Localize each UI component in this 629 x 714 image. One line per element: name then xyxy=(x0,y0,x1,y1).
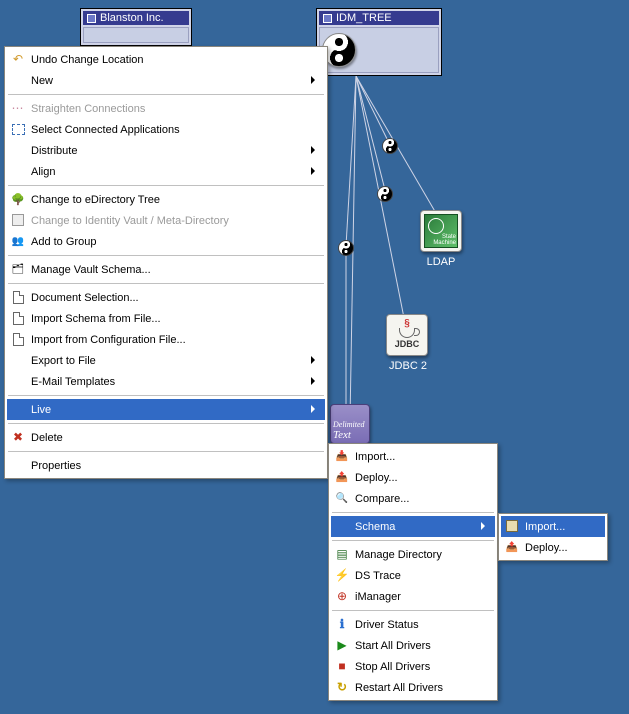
menu-live-imanager[interactable]: iManager xyxy=(331,586,495,607)
menu-schema-deploy[interactable]: Deploy... xyxy=(501,537,605,558)
connector-icon xyxy=(382,138,398,154)
info-icon xyxy=(334,616,350,632)
import-icon xyxy=(334,448,350,464)
menu-separator xyxy=(8,185,324,186)
menu-live-compare[interactable]: Compare... xyxy=(331,488,495,509)
menu-straighten-connections: Straighten Connections xyxy=(7,98,325,119)
driver-ldap-label: LDAP xyxy=(420,256,462,268)
submenu-arrow-icon xyxy=(311,405,319,413)
menu-live-manage-directory[interactable]: Manage Directory xyxy=(331,544,495,565)
submenu-arrow-icon xyxy=(311,146,319,154)
play-icon xyxy=(334,637,350,653)
select-icon xyxy=(10,121,26,137)
trace-icon xyxy=(334,567,350,583)
driver-ldap[interactable] xyxy=(420,210,462,252)
menu-add-to-group[interactable]: Add to Group xyxy=(7,231,325,252)
dots-icon xyxy=(10,100,26,116)
document-icon xyxy=(10,289,26,305)
menu-change-to-edirectory-tree[interactable]: Change to eDirectory Tree xyxy=(7,189,325,210)
connector-icon xyxy=(338,240,354,256)
menu-separator xyxy=(332,540,494,541)
menu-separator xyxy=(332,610,494,611)
restart-icon xyxy=(334,679,350,695)
menu-live-driver-status[interactable]: Driver Status xyxy=(331,614,495,635)
ldap-icon xyxy=(424,214,458,248)
menu-separator xyxy=(8,283,324,284)
submenu-schema: Import... Deploy... xyxy=(498,513,608,561)
menu-email-templates[interactable]: E-Mail Templates xyxy=(7,371,325,392)
driver-jdbc-label: JDBC 2 xyxy=(380,360,436,372)
stop-icon xyxy=(334,658,350,674)
undo-icon xyxy=(10,51,26,67)
submenu-live: Import... Deploy... Compare... Schema Ma… xyxy=(328,443,498,701)
node-icon xyxy=(87,14,96,23)
submenu-arrow-icon xyxy=(311,356,319,364)
menu-manage-vault-schema[interactable]: Manage Vault Schema... xyxy=(7,259,325,280)
submenu-arrow-icon xyxy=(311,167,319,175)
menu-live[interactable]: Live xyxy=(7,399,325,420)
menu-change-to-identity-vault: Change to Identity Vault / Meta-Director… xyxy=(7,210,325,231)
submenu-arrow-icon xyxy=(311,377,319,385)
menu-live-deploy[interactable]: Deploy... xyxy=(331,467,495,488)
menu-separator xyxy=(8,423,324,424)
menu-separator xyxy=(8,94,324,95)
menu-live-ds-trace[interactable]: DS Trace xyxy=(331,565,495,586)
tree-icon xyxy=(10,191,26,207)
menu-separator xyxy=(332,512,494,513)
schema-import-icon xyxy=(504,518,520,534)
node-idm-tree[interactable]: IDM_TREE xyxy=(316,8,442,76)
menu-undo-change-location[interactable]: Undo Change Location xyxy=(7,49,325,70)
document-icon xyxy=(10,310,26,326)
deploy-icon xyxy=(334,469,350,485)
menu-separator xyxy=(8,255,324,256)
driver-jdbc[interactable]: § JDBC xyxy=(386,314,428,356)
menu-separator xyxy=(8,395,324,396)
document-icon xyxy=(10,331,26,347)
compare-icon xyxy=(334,490,350,506)
deploy-icon xyxy=(504,539,520,555)
menu-delete[interactable]: Delete xyxy=(7,427,325,448)
menu-live-restart-all-drivers[interactable]: Restart All Drivers xyxy=(331,677,495,698)
menu-distribute[interactable]: Distribute xyxy=(7,140,325,161)
submenu-arrow-icon xyxy=(311,76,319,84)
menu-live-stop-all-drivers[interactable]: Stop All Drivers xyxy=(331,656,495,677)
driver-delimited-text[interactable]: Delimited Text xyxy=(330,404,370,444)
menu-live-schema[interactable]: Schema xyxy=(331,516,495,537)
menu-select-connected-applications[interactable]: Select Connected Applications xyxy=(7,119,325,140)
group-icon xyxy=(10,233,26,249)
schema-icon xyxy=(10,261,26,277)
node-icon xyxy=(323,14,332,23)
jdbc-icon: § JDBC xyxy=(395,321,420,349)
node-blanston[interactable]: Blanston Inc. xyxy=(80,8,192,46)
node-title: IDM_TREE xyxy=(336,12,392,24)
menu-separator xyxy=(8,451,324,452)
connector-icon xyxy=(377,186,393,202)
menu-schema-import[interactable]: Import... xyxy=(501,516,605,537)
menu-import-schema-from-file[interactable]: Import Schema from File... xyxy=(7,308,325,329)
menu-properties[interactable]: Properties xyxy=(7,455,325,476)
menu-export-to-file[interactable]: Export to File xyxy=(7,350,325,371)
vault-icon xyxy=(10,212,26,228)
menu-live-start-all-drivers[interactable]: Start All Drivers xyxy=(331,635,495,656)
menu-new[interactable]: New xyxy=(7,70,325,91)
delete-icon xyxy=(10,429,26,445)
menu-import-from-configuration-file[interactable]: Import from Configuration File... xyxy=(7,329,325,350)
menu-document-selection[interactable]: Document Selection... xyxy=(7,287,325,308)
menu-align[interactable]: Align xyxy=(7,161,325,182)
directory-icon xyxy=(334,546,350,562)
context-menu-main: Undo Change Location New Straighten Conn… xyxy=(4,46,328,479)
node-title: Blanston Inc. xyxy=(100,12,164,24)
imanager-icon xyxy=(334,588,350,604)
submenu-arrow-icon xyxy=(481,522,489,530)
menu-live-import[interactable]: Import... xyxy=(331,446,495,467)
